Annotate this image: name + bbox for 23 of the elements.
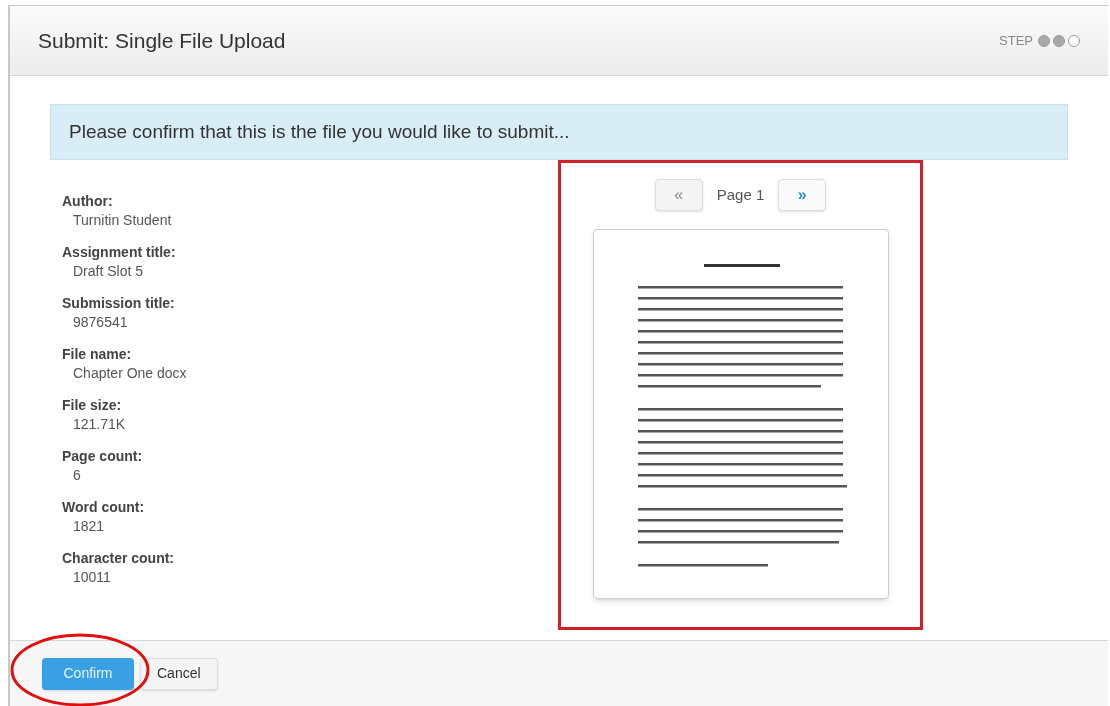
confirmation-notice: Please confirm that this is the file you would like to submit... — [50, 104, 1068, 160]
field-label: Author: — [62, 192, 114, 210]
next-page-button[interactable]: » — [778, 179, 827, 211]
window-title: Submit: Single File Upload — [38, 27, 286, 54]
field-value: 6 — [72, 466, 82, 485]
step-label: STEP — [999, 31, 1033, 50]
field-value: 9876541 — [72, 313, 129, 332]
cancel-button[interactable]: Cancel — [140, 657, 218, 690]
confirm-button[interactable]: Confirm — [42, 657, 134, 690]
field-label: Submission title: — [62, 294, 176, 312]
field-value: 121.71K — [72, 415, 127, 434]
field-value: Chapter One docx — [72, 364, 188, 383]
field-value: 1821 — [72, 517, 106, 536]
field-label: Page count: — [62, 447, 144, 465]
field-label: Word count: — [62, 498, 146, 516]
field-value: 10011 — [72, 568, 112, 587]
field-value: Draft Slot 5 — [72, 262, 145, 281]
field-label: File name: — [62, 345, 133, 363]
field-label: File size: — [62, 396, 123, 414]
field-label: Character count: — [62, 549, 176, 567]
field-value: Turnitin Student — [72, 211, 173, 230]
field-label: Assignment title: — [62, 243, 177, 261]
page-number: Page 1 — [716, 184, 765, 205]
